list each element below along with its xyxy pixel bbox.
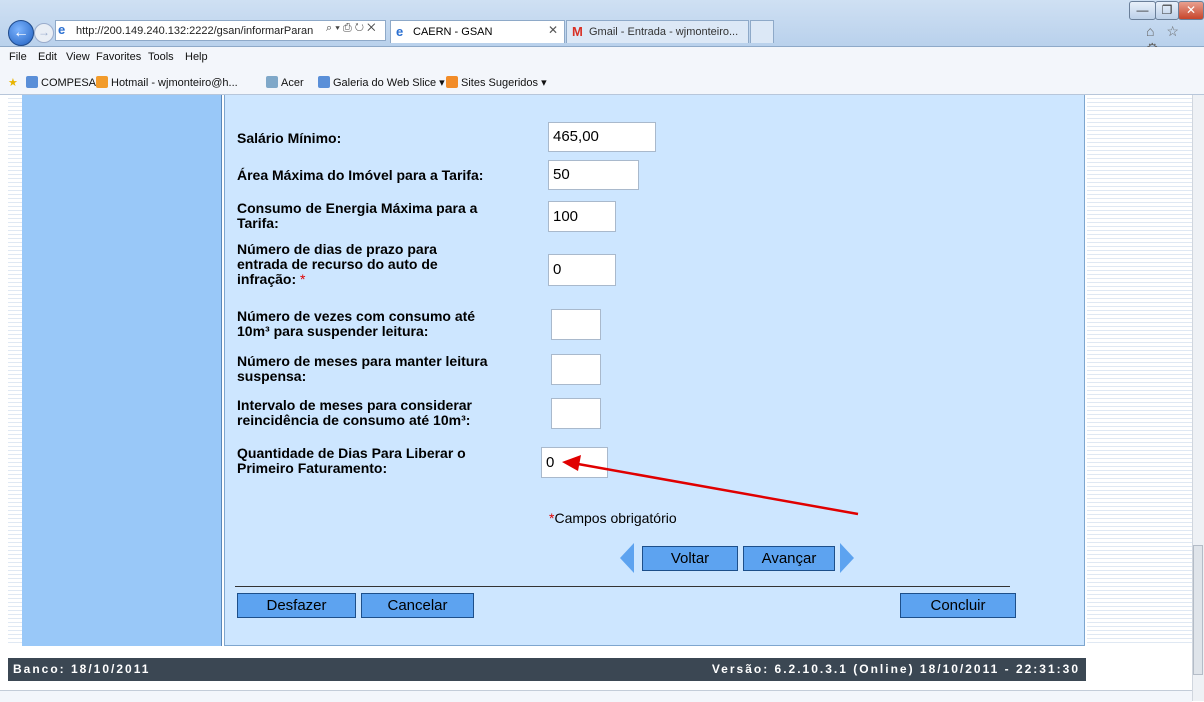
bank-date: Banco: 18/10/2011 xyxy=(13,662,151,676)
next-arrow-icon[interactable] xyxy=(840,543,854,573)
back-arrow-icon[interactable] xyxy=(620,543,634,573)
annotation-arrow xyxy=(562,455,859,516)
finish-button[interactable]: Concluir xyxy=(900,593,1016,618)
annotation-arrow-line xyxy=(577,462,859,516)
version-info: Versão: 6.2.10.3.1 (Online) 18/10/2011 -… xyxy=(711,662,1080,676)
browser-status-bar xyxy=(0,690,1192,702)
next-button[interactable]: Avançar xyxy=(743,546,835,571)
required-fields-note: *Campos obrigatório xyxy=(549,510,677,526)
undo-button[interactable]: Desfazer xyxy=(237,593,356,618)
annotation-arrow-head xyxy=(562,455,581,471)
cancel-button[interactable]: Cancelar xyxy=(361,593,474,618)
divider xyxy=(235,586,1010,587)
back-button[interactable]: Voltar xyxy=(642,546,738,571)
status-footer: Banco: 18/10/2011 Versão: 6.2.10.3.1 (On… xyxy=(8,658,1086,681)
